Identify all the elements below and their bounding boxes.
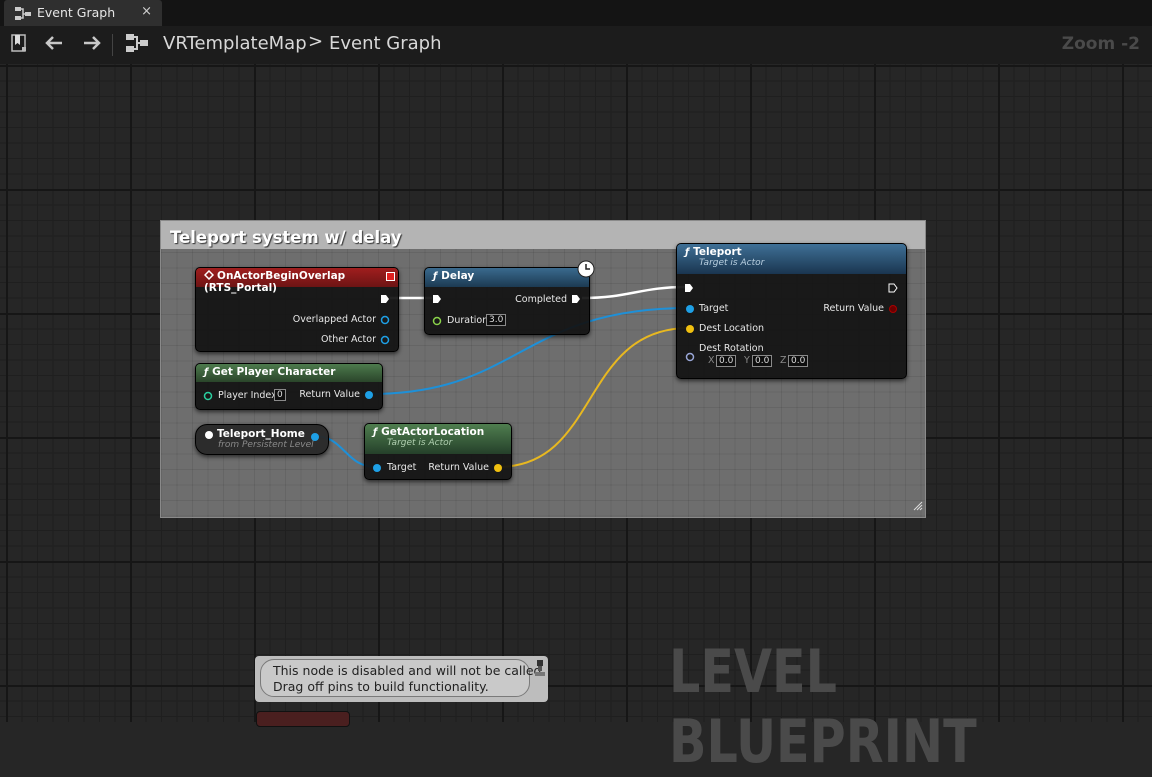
exec-out-pin[interactable] — [571, 294, 581, 307]
node-title: Delay — [441, 270, 475, 282]
pin-label: Other Actor — [321, 334, 376, 345]
node-header: ƒ GetActorLocation Target is Actor — [365, 424, 511, 454]
object-pin[interactable] — [380, 335, 390, 348]
pin-label: Target — [387, 462, 417, 473]
object-pin[interactable] — [380, 315, 390, 328]
node-subtitle: from Persistent Level — [218, 440, 314, 450]
rotation-y-input[interactable]: 0.0 — [752, 355, 773, 367]
node-subtitle: Target is Actor — [699, 258, 765, 268]
function-icon: ƒ — [204, 367, 209, 378]
clock-icon — [577, 260, 595, 281]
exec-out-pin[interactable] — [380, 294, 390, 307]
rotator-pin[interactable] — [685, 352, 695, 365]
rotation-x-input[interactable]: 0.0 — [716, 355, 737, 367]
exec-wire-delay-teleport — [581, 285, 687, 300]
y-label: Y — [744, 355, 750, 366]
bool-pin[interactable] — [888, 304, 898, 317]
pin-label: Overlapped Actor — [292, 314, 376, 325]
player-index-input[interactable]: 0 — [274, 389, 286, 401]
object-pin[interactable] — [372, 463, 382, 476]
node-subtitle: Target is Actor — [387, 438, 453, 448]
int-pin[interactable] — [203, 391, 213, 404]
duration-input[interactable]: 3.0 — [486, 314, 507, 326]
pin-label: Return Value — [428, 462, 489, 473]
node-teleport[interactable]: ƒ Teleport Target is Actor Target Return … — [676, 243, 907, 379]
pin-label: Dest Location — [699, 323, 765, 334]
pin-label: Dest Rotation — [699, 343, 764, 354]
delegate-pin[interactable] — [386, 272, 395, 281]
disabled-node[interactable] — [256, 711, 350, 727]
tooltip-line-2: Drag off pins to build functionality. — [273, 679, 489, 694]
object-pin[interactable] — [364, 390, 374, 403]
level-blueprint-watermark: LEVEL BLUEPRINT — [669, 637, 977, 777]
node-title: OnActorBeginOverlap (RTS_Portal) — [204, 270, 346, 294]
node-title: Teleport_Home — [217, 428, 305, 440]
x-label: X — [708, 355, 715, 366]
rotation-z-input[interactable]: 0.0 — [788, 355, 809, 367]
pin-label: Player Index — [218, 390, 277, 401]
node-get-actor-location[interactable]: ƒ GetActorLocation Target is Actor Target… — [364, 423, 512, 480]
exec-in-pin[interactable] — [432, 294, 442, 307]
duration-value[interactable]: 3.0 — [486, 314, 507, 326]
node-title: Teleport — [693, 246, 742, 258]
pin-label: Duration — [447, 315, 489, 326]
node-title: GetActorLocation — [381, 426, 485, 438]
node-delay[interactable]: ƒ Delay Completed Duration 3.0 — [424, 260, 595, 335]
node-title: Get Player Character — [212, 366, 336, 378]
function-icon: ƒ — [685, 247, 690, 258]
tooltip-line-1: This node is disabled and will not be ca… — [273, 663, 546, 678]
event-icon — [203, 269, 215, 282]
float-pin[interactable] — [432, 316, 442, 329]
reference-icon — [204, 430, 214, 443]
pin-icon[interactable] — [535, 659, 545, 681]
exec-out-pin[interactable] — [888, 283, 898, 296]
object-pin[interactable] — [310, 432, 320, 445]
node-on-actor-begin-overlap[interactable]: OnActorBeginOverlap (RTS_Portal) Overlap… — [195, 267, 399, 352]
wires — [313, 285, 690, 468]
node-header: ƒ Teleport Target is Actor — [677, 244, 906, 274]
pin-label: Return Value — [299, 389, 360, 400]
node-get-player-character[interactable]: ƒ Get Player Character Player Index 0 Ret… — [195, 363, 383, 410]
exec-in-pin[interactable] — [684, 283, 694, 296]
pin-label: Return Value — [823, 303, 884, 314]
pin-label: Target — [699, 303, 729, 314]
function-icon: ƒ — [373, 427, 378, 438]
node-header: ƒ Get Player Character — [196, 364, 382, 382]
vector-pin[interactable] — [493, 463, 503, 476]
node-header: ƒ Delay — [425, 268, 589, 287]
object-pin[interactable] — [685, 304, 695, 317]
node-header: OnActorBeginOverlap (RTS_Portal) — [196, 268, 398, 294]
disabled-node-tooltip: This node is disabled and will not be ca… — [255, 656, 548, 702]
function-icon: ƒ — [433, 271, 438, 282]
vector-pin[interactable] — [685, 324, 695, 337]
node-teleport-home[interactable]: Teleport_Home from Persistent Level — [195, 424, 329, 455]
pin-label: Completed — [515, 294, 567, 305]
z-label: Z — [780, 355, 787, 366]
